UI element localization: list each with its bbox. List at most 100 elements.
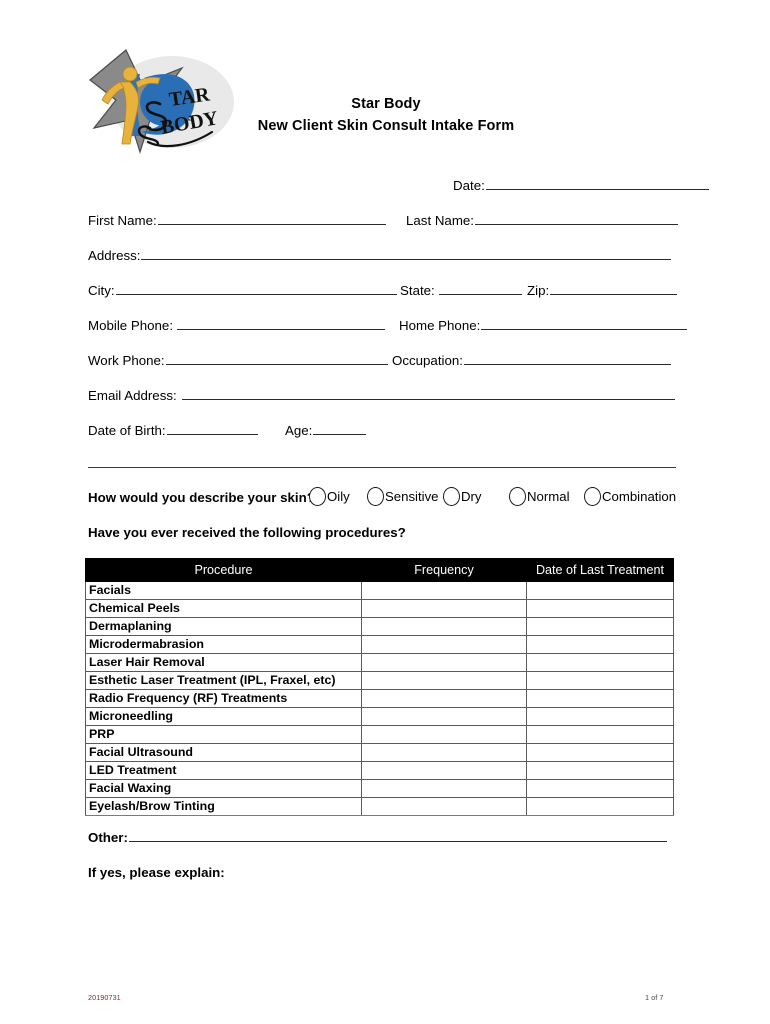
- procedure-name-cell: PRP: [85, 725, 362, 744]
- skin-option-oily[interactable]: Oily: [309, 487, 350, 506]
- procedure-name-cell: Facial Ultrasound: [85, 743, 362, 762]
- field-mobile-phone[interactable]: Mobile Phone:: [88, 318, 386, 334]
- column-header-frequency: Frequency: [361, 558, 527, 582]
- occupation-input-rule[interactable]: [463, 353, 671, 365]
- date-of-last-treatment-cell[interactable]: [526, 743, 674, 762]
- frequency-cell[interactable]: [361, 707, 527, 726]
- title-block: Star Body New Client Skin Consult Intake…: [250, 93, 522, 137]
- date-label: Date:: [453, 178, 485, 193]
- field-last-name[interactable]: Last Name:: [406, 213, 678, 229]
- table-row: Microdermabrasion: [85, 635, 674, 654]
- procedure-name-cell: Esthetic Laser Treatment (IPL, Fraxel, e…: [85, 671, 362, 690]
- email-input-rule[interactable]: [181, 388, 675, 400]
- date-of-last-treatment-cell[interactable]: [526, 581, 674, 600]
- frequency-cell[interactable]: [361, 689, 527, 708]
- radio-icon-normal[interactable]: [509, 487, 526, 506]
- frequency-cell[interactable]: [361, 581, 527, 600]
- city-label: City:: [88, 283, 115, 298]
- field-date[interactable]: Date:: [453, 178, 709, 194]
- frequency-cell[interactable]: [361, 797, 527, 816]
- zip-input-rule[interactable]: [550, 283, 678, 295]
- mobile-phone-input-rule[interactable]: [177, 318, 386, 330]
- dob-input-rule[interactable]: [166, 423, 258, 435]
- zip-label: Zip:: [527, 283, 550, 298]
- date-of-last-treatment-cell[interactable]: [526, 617, 674, 636]
- age-input-rule[interactable]: [313, 423, 367, 435]
- table-row: Esthetic Laser Treatment (IPL, Fraxel, e…: [85, 671, 674, 690]
- field-occupation[interactable]: Occupation:: [392, 353, 671, 369]
- date-of-last-treatment-cell[interactable]: [526, 725, 674, 744]
- city-input-rule[interactable]: [115, 283, 397, 295]
- table-row: Microneedling: [85, 707, 674, 726]
- age-label: Age:: [285, 423, 313, 438]
- home-phone-input-rule[interactable]: [481, 318, 688, 330]
- frequency-cell[interactable]: [361, 635, 527, 654]
- table-row: Facial Waxing: [85, 779, 674, 798]
- column-header-date-of-last-treatment: Date of Last Treatment: [526, 558, 674, 582]
- state-input-rule[interactable]: [438, 283, 522, 295]
- date-of-last-treatment-cell[interactable]: [526, 635, 674, 654]
- work-phone-input-rule[interactable]: [165, 353, 388, 365]
- field-row-work-occupation: Work Phone: Occupation:: [0, 345, 770, 380]
- field-date-of-birth[interactable]: Date of Birth:: [88, 423, 258, 439]
- procedures-question-label: Have you ever received the following pro…: [88, 525, 406, 540]
- field-age[interactable]: Age:: [285, 423, 367, 439]
- field-first-name[interactable]: First Name:: [88, 213, 386, 229]
- footer-revision: 20190731: [88, 993, 121, 1002]
- frequency-cell[interactable]: [361, 653, 527, 672]
- field-state[interactable]: State:: [400, 283, 522, 299]
- field-other[interactable]: Other:: [88, 830, 667, 845]
- table-row: Laser Hair Removal: [85, 653, 674, 672]
- procedure-name-cell: Laser Hair Removal: [85, 653, 362, 672]
- frequency-cell[interactable]: [361, 761, 527, 780]
- skin-option-combination[interactable]: Combination: [584, 487, 676, 506]
- personal-info-fields: Date: First Name: Last Name: Address: Ci…: [0, 170, 770, 450]
- address-input-rule[interactable]: [141, 248, 672, 260]
- other-input-rule[interactable]: [128, 830, 667, 842]
- skin-option-normal[interactable]: Normal: [509, 487, 570, 506]
- email-label: Email Address:: [88, 388, 177, 403]
- date-of-last-treatment-cell[interactable]: [526, 599, 674, 618]
- frequency-cell[interactable]: [361, 743, 527, 762]
- frequency-cell[interactable]: [361, 599, 527, 618]
- skin-option-dry[interactable]: Dry: [443, 487, 482, 506]
- explain-label: If yes, please explain:: [88, 865, 225, 880]
- date-input-rule[interactable]: [485, 178, 709, 190]
- field-row-dob-age: Date of Birth: Age:: [0, 415, 770, 450]
- date-of-last-treatment-cell[interactable]: [526, 671, 674, 690]
- radio-icon-dry[interactable]: [443, 487, 460, 506]
- date-of-last-treatment-cell[interactable]: [526, 707, 674, 726]
- field-home-phone[interactable]: Home Phone:: [399, 318, 688, 334]
- date-of-last-treatment-cell[interactable]: [526, 689, 674, 708]
- skin-option-label-combination: Combination: [602, 489, 677, 504]
- document-header: TAR BODY Star Body New Client Skin Consu…: [0, 0, 770, 165]
- first-name-input-rule[interactable]: [157, 213, 386, 225]
- table-row: Facial Ultrasound: [85, 743, 674, 762]
- radio-icon-sensitive[interactable]: [367, 487, 384, 506]
- frequency-cell[interactable]: [361, 671, 527, 690]
- first-name-label: First Name:: [88, 213, 157, 228]
- date-of-last-treatment-cell[interactable]: [526, 797, 674, 816]
- date-of-last-treatment-cell[interactable]: [526, 761, 674, 780]
- frequency-cell[interactable]: [361, 617, 527, 636]
- frequency-cell[interactable]: [361, 779, 527, 798]
- field-zip[interactable]: Zip:: [527, 283, 678, 299]
- radio-icon-oily[interactable]: [309, 487, 326, 506]
- field-city[interactable]: City:: [88, 283, 397, 299]
- radio-icon-combination[interactable]: [584, 487, 601, 506]
- last-name-label: Last Name:: [406, 213, 474, 228]
- occupation-label: Occupation:: [392, 353, 463, 368]
- field-email[interactable]: Email Address:: [88, 388, 675, 404]
- field-work-phone[interactable]: Work Phone:: [88, 353, 388, 369]
- field-address[interactable]: Address:: [88, 248, 672, 264]
- date-of-last-treatment-cell[interactable]: [526, 653, 674, 672]
- frequency-cell[interactable]: [361, 725, 527, 744]
- procedures-table: Procedure Frequency Date of Last Treatme…: [85, 558, 674, 816]
- last-name-input-rule[interactable]: [475, 213, 678, 225]
- procedure-name-cell: Chemical Peels: [85, 599, 362, 618]
- procedure-name-cell: Facials: [85, 581, 362, 600]
- table-row: Chemical Peels: [85, 599, 674, 618]
- skin-option-sensitive[interactable]: Sensitive: [367, 487, 439, 506]
- procedure-name-cell: Dermaplaning: [85, 617, 362, 636]
- date-of-last-treatment-cell[interactable]: [526, 779, 674, 798]
